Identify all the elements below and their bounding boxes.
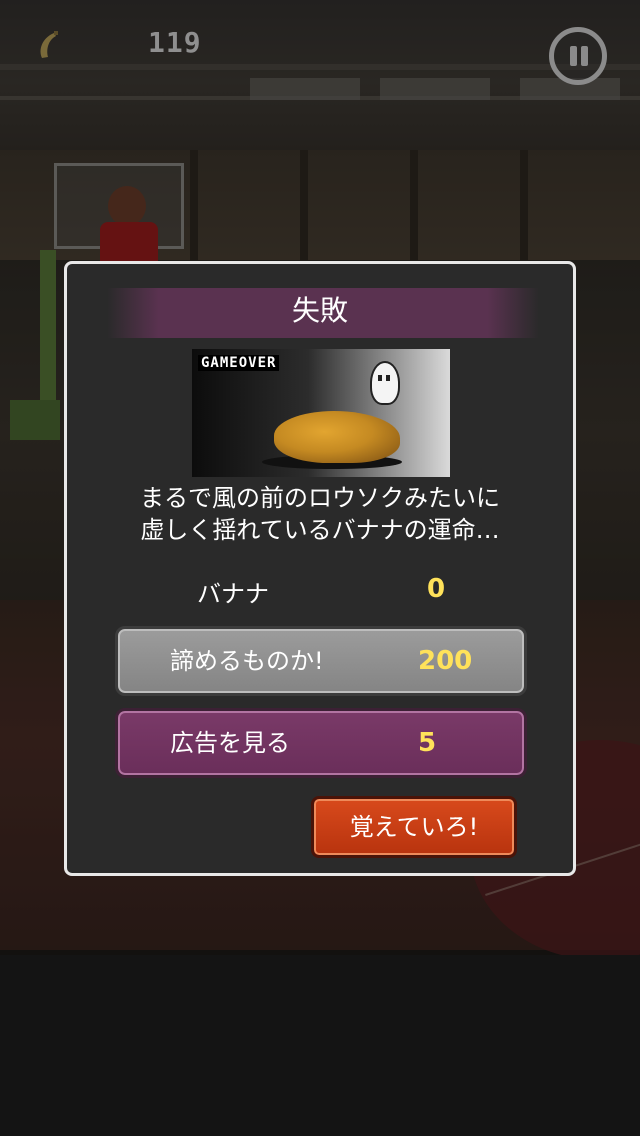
message-line: まるで風の前のロウソクみたいに	[140, 484, 500, 512]
game-over-dialog: 失敗 GAMEOVER まるで風の前のロウソクみたいに 虚しく揺れているバナナの…	[64, 261, 576, 876]
give-up-label: 諦めるものか!	[170, 647, 324, 675]
remember-label: 覚えていろ!	[349, 813, 479, 841]
watch-ad-label: 広告を見る	[170, 729, 290, 757]
pause-button[interactable]	[549, 27, 607, 85]
game-over-caption: GAMEOVER	[198, 355, 280, 371]
game-over-image: GAMEOVER	[192, 349, 450, 477]
ghost-eye	[386, 375, 390, 381]
banana-label: バナナ	[197, 580, 269, 608]
remember-button[interactable]: 覚えていろ!	[311, 796, 517, 858]
failure-message: まるで風の前のロウソクみたいに 虚しく揺れているバナナの運命…	[67, 482, 573, 546]
ghost-icon	[370, 361, 400, 405]
give-up-cost: 200	[418, 646, 473, 676]
crushed-banana-icon	[274, 411, 400, 463]
banana-icon	[40, 31, 58, 58]
watch-ad-button[interactable]: 広告を見る 5	[115, 708, 527, 778]
score-counter: 119	[148, 26, 202, 59]
watch-ad-reward: 5	[418, 728, 437, 758]
message-line: 虚しく揺れているバナナの運命…	[140, 516, 500, 544]
banana-count: 0	[427, 574, 446, 604]
pause-icon	[570, 46, 577, 66]
ghost-eye	[378, 375, 382, 381]
dialog-title: 失敗	[291, 294, 348, 327]
give-up-button[interactable]: 諦めるものか! 200	[115, 626, 527, 696]
pause-icon	[581, 46, 588, 66]
